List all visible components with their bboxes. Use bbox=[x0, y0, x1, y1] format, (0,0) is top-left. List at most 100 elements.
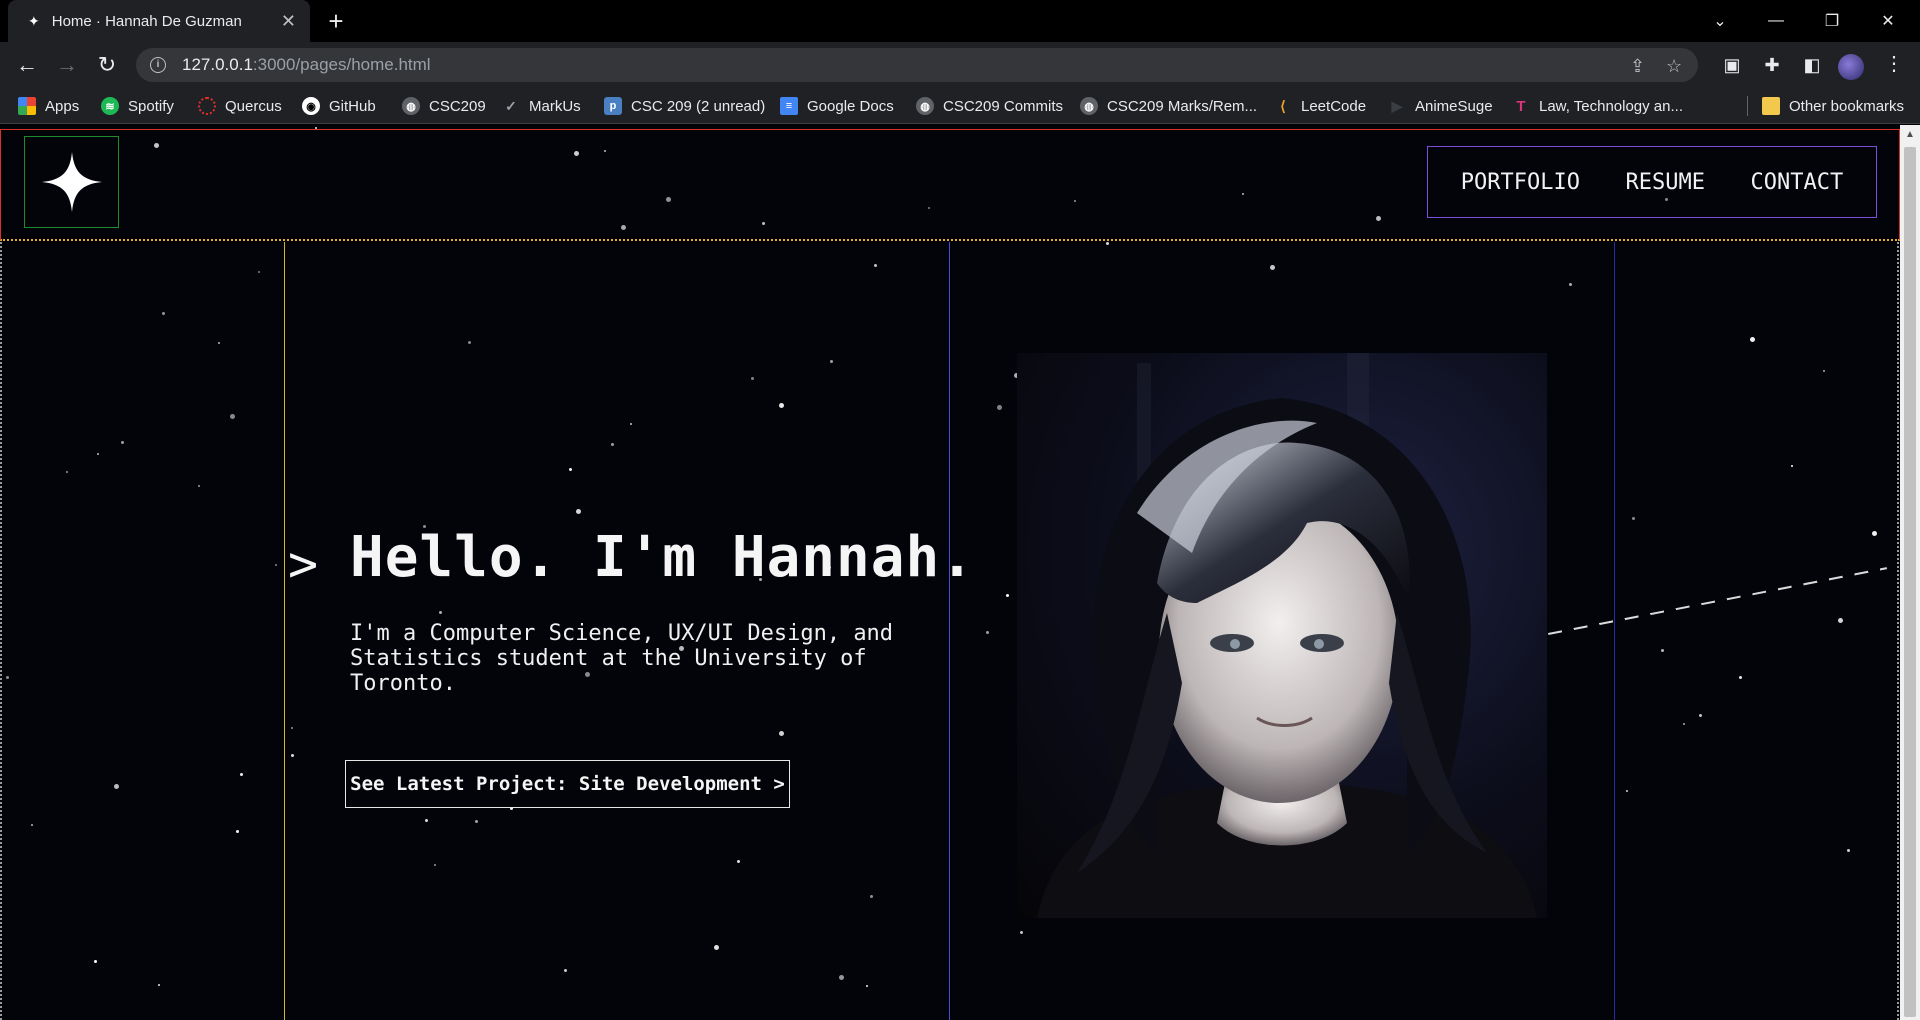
star-dot bbox=[779, 731, 784, 736]
close-tab-icon[interactable]: ✕ bbox=[281, 12, 296, 30]
star-dot bbox=[434, 864, 436, 866]
star-dot bbox=[31, 824, 33, 826]
star-dot bbox=[779, 403, 784, 408]
star-dot bbox=[1661, 649, 1664, 652]
star-dot bbox=[1791, 465, 1793, 467]
bookmark-leetcode[interactable]: ⟨ LeetCode bbox=[1274, 88, 1366, 124]
minimize-button[interactable]: — bbox=[1748, 0, 1804, 42]
apps-grid-icon bbox=[18, 97, 36, 115]
hero-right-column-border bbox=[1614, 242, 1615, 1020]
star-dot bbox=[240, 773, 243, 776]
star-dot bbox=[830, 360, 833, 363]
new-tab-button[interactable]: + bbox=[322, 8, 350, 36]
extensions-puzzle-icon[interactable]: ✚ bbox=[1760, 53, 1784, 77]
google-docs-icon: ≡ bbox=[780, 97, 798, 115]
bookmark-star-icon[interactable]: ☆ bbox=[1666, 56, 1682, 77]
hero-left-column-border bbox=[284, 242, 285, 1020]
star-dot bbox=[866, 985, 868, 987]
piazza-icon: p bbox=[604, 97, 622, 115]
star-dot bbox=[1750, 337, 1755, 342]
star-dot bbox=[737, 860, 740, 863]
bookmark-csc209-commits[interactable]: ◍ CSC209 Commits bbox=[916, 88, 1063, 124]
restore-button[interactable]: ❐ bbox=[1804, 0, 1860, 42]
star-dot bbox=[1106, 242, 1109, 245]
scrollbar-thumb[interactable] bbox=[1904, 147, 1916, 1017]
bookmark-animesuge[interactable]: ▶ AnimeSuge bbox=[1388, 88, 1493, 124]
globe-icon: ◍ bbox=[1080, 97, 1098, 115]
close-window-button[interactable]: ✕ bbox=[1860, 0, 1916, 42]
side-panel-icon[interactable]: ◧ bbox=[1800, 53, 1824, 77]
bookmark-piazza[interactable]: p CSC 209 (2 unread) bbox=[604, 88, 765, 124]
back-arrow-icon[interactable]: ← bbox=[12, 50, 42, 80]
bookmark-law-technology[interactable]: T Law, Technology an... bbox=[1512, 88, 1683, 124]
star-dot bbox=[158, 984, 160, 986]
star-dot bbox=[986, 631, 989, 634]
media-router-icon[interactable]: ▣ bbox=[1720, 53, 1744, 77]
globe-icon: ◍ bbox=[402, 97, 420, 115]
bookmarks-divider bbox=[1747, 96, 1748, 116]
hero-subtitle: I'm a Computer Science, UX/UI Design, an… bbox=[350, 621, 894, 696]
nav-portfolio-link[interactable]: PORTFOLIO bbox=[1461, 170, 1580, 195]
bookmark-csc209[interactable]: ◍ CSC209 bbox=[402, 88, 486, 124]
tab-search-chevron-icon[interactable]: ⌄ bbox=[1692, 0, 1748, 42]
browser-toolbar: ← → ↻ i 127.0.0.1:3000/pages/home.html ⇪… bbox=[0, 42, 1920, 88]
bookmark-apps[interactable]: Apps bbox=[18, 88, 79, 124]
scroll-up-arrow-icon[interactable]: ▲ bbox=[1905, 130, 1915, 140]
star-dot bbox=[97, 453, 99, 455]
bookmark-markus[interactable]: ✓ MarkUs bbox=[502, 88, 581, 124]
markus-check-icon: ✓ bbox=[505, 97, 517, 114]
quercus-icon bbox=[198, 97, 216, 115]
sparkle-favicon-icon: ✦ bbox=[28, 13, 40, 29]
star-dot bbox=[218, 342, 220, 344]
sparkle-logo-icon[interactable] bbox=[24, 136, 119, 228]
nav-contact-link[interactable]: CONTACT bbox=[1750, 170, 1843, 195]
star-dot bbox=[576, 509, 581, 514]
star-dot bbox=[714, 945, 719, 950]
star-dot bbox=[291, 727, 293, 729]
star-dot bbox=[1006, 594, 1009, 597]
hero-heading: Hello. I'm Hannah. bbox=[350, 525, 975, 590]
bookmark-google-docs[interactable]: ≡ Google Docs bbox=[780, 88, 894, 124]
globe-icon: ◍ bbox=[916, 97, 934, 115]
star-dot bbox=[997, 405, 1002, 410]
leetcode-icon: ⟨ bbox=[1280, 97, 1286, 114]
star-dot bbox=[94, 960, 97, 963]
star-dot bbox=[1683, 723, 1685, 725]
star-dot bbox=[870, 895, 873, 898]
star-dot bbox=[564, 969, 567, 972]
star-dot bbox=[121, 441, 124, 444]
star-dot bbox=[236, 830, 239, 833]
star-dot bbox=[1739, 676, 1742, 679]
reload-icon[interactable]: ↻ bbox=[92, 50, 122, 80]
latest-project-button[interactable]: See Latest Project: Site Development > bbox=[345, 760, 790, 808]
bookmark-spotify[interactable]: ≋ Spotify bbox=[101, 88, 174, 124]
address-bar[interactable]: i 127.0.0.1:3000/pages/home.html ⇪ ☆ bbox=[136, 48, 1698, 82]
main-nav: PORTFOLIO RESUME CONTACT bbox=[1427, 146, 1877, 218]
other-bookmarks-folder[interactable]: Other bookmarks bbox=[1762, 88, 1904, 124]
site-info-icon[interactable]: i bbox=[150, 57, 166, 73]
play-icon: ▶ bbox=[1391, 97, 1403, 114]
star-dot bbox=[1823, 370, 1825, 372]
menu-kebab-icon[interactable]: ⋮ bbox=[1884, 52, 1904, 76]
star-dot bbox=[439, 611, 442, 614]
bookmark-github[interactable]: ◉ GitHub bbox=[302, 88, 376, 124]
star-dot bbox=[162, 312, 165, 315]
bookmark-csc209-marks[interactable]: ◍ CSC209 Marks/Rem... bbox=[1080, 88, 1257, 124]
star-dot bbox=[1020, 931, 1023, 934]
bookmarks-bar: Apps ≋ Spotify Quercus ◉ GitHub ◍ CSC209… bbox=[0, 88, 1920, 124]
share-icon[interactable]: ⇪ bbox=[1630, 56, 1645, 77]
active-tab[interactable]: ✦ Home · Hannah De Guzman ✕ bbox=[8, 0, 310, 42]
profile-avatar[interactable] bbox=[1838, 54, 1864, 80]
forward-arrow-icon[interactable]: → bbox=[52, 50, 82, 80]
site-header: PORTFOLIO RESUME CONTACT bbox=[0, 129, 1900, 241]
url-text: 127.0.0.1:3000/pages/home.html bbox=[182, 55, 431, 74]
bookmark-quercus[interactable]: Quercus bbox=[198, 88, 282, 124]
star-dot bbox=[1632, 517, 1635, 520]
star-dot bbox=[1699, 714, 1702, 717]
nav-resume-link[interactable]: RESUME bbox=[1625, 170, 1704, 195]
page-right-border bbox=[1897, 242, 1899, 1020]
scrollbar-track[interactable]: ▲ bbox=[1900, 125, 1920, 1020]
star-dot bbox=[1270, 265, 1275, 270]
star-dot bbox=[751, 377, 754, 380]
browser-tab-strip: ✦ Home · Hannah De Guzman ✕ + ⌄ — ❐ ✕ bbox=[0, 0, 1920, 42]
